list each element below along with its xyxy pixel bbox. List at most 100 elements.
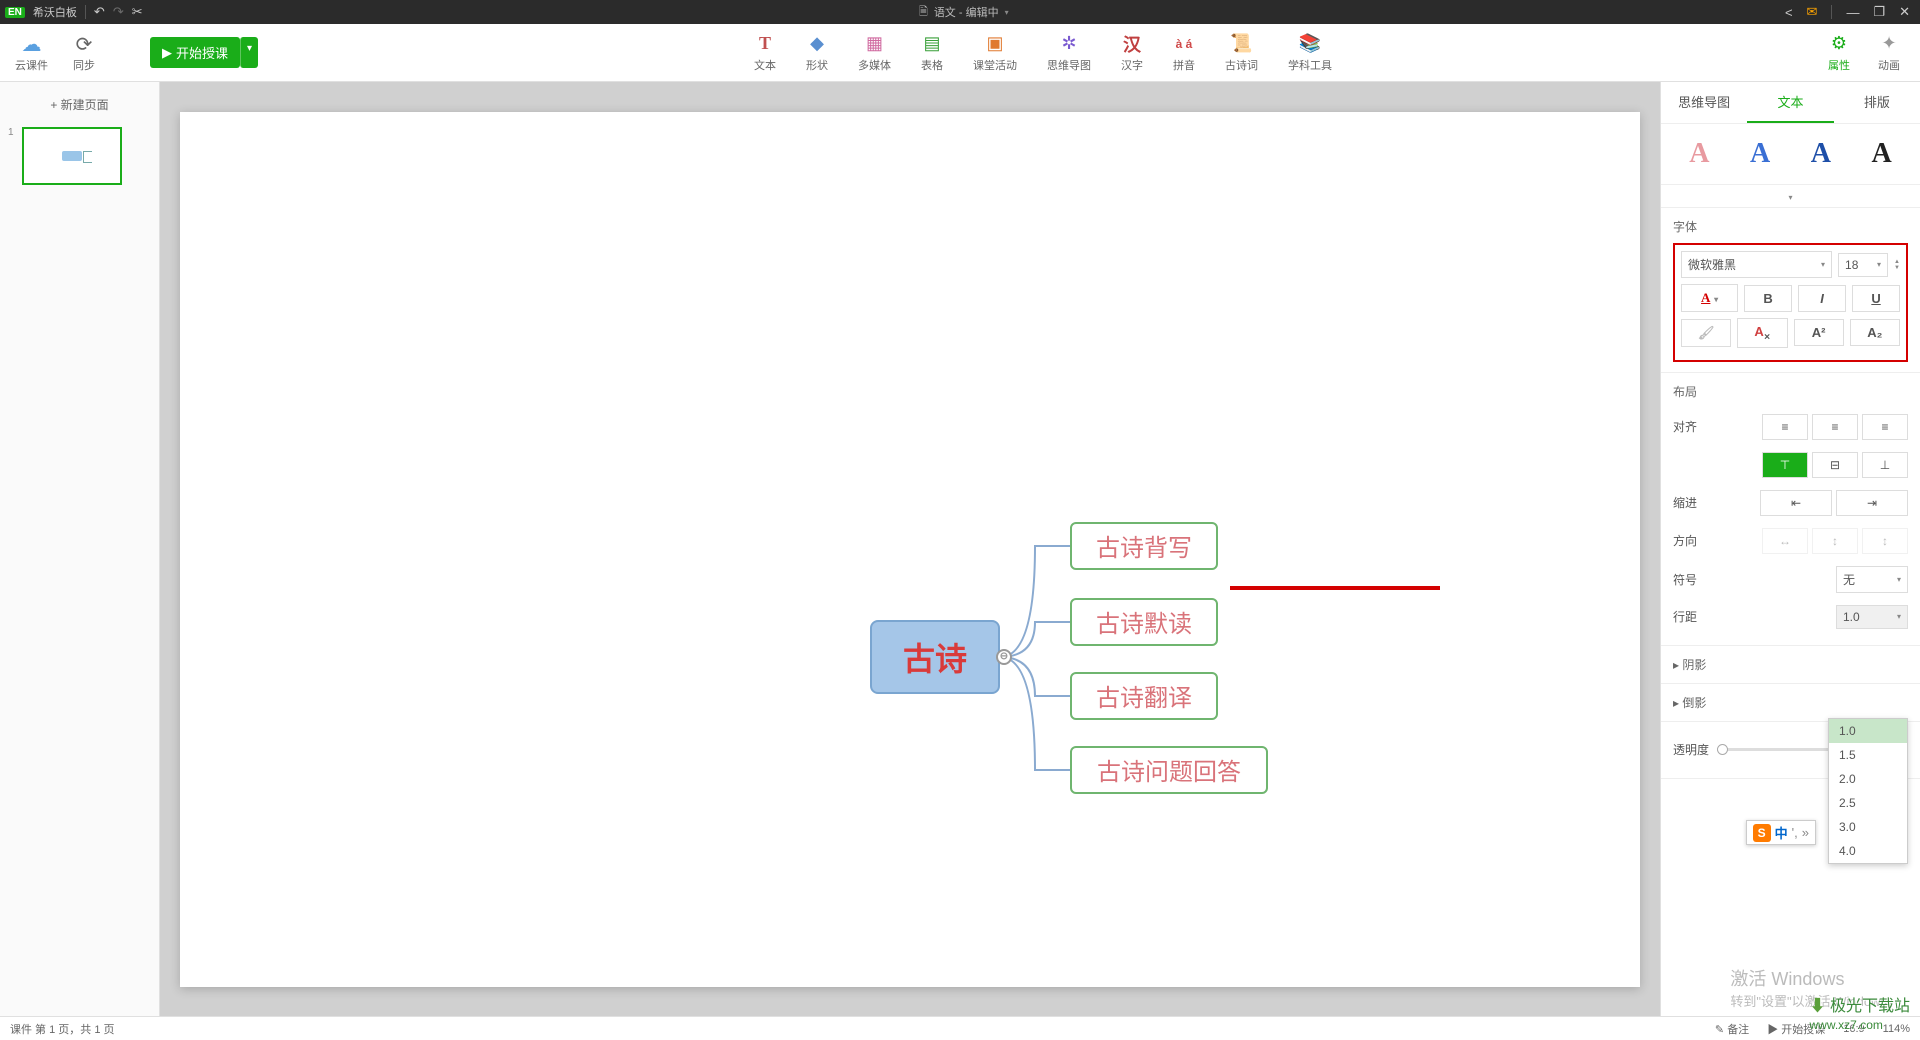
opacity-label: 透明度	[1673, 741, 1709, 758]
mindmap-child[interactable]: 古诗问题回答	[1070, 746, 1268, 794]
statusbar: 课件 第 1 页，共 1 页 ✎ 备注 ▶ 开始授课 16:9 114%	[0, 1016, 1920, 1040]
valign-top[interactable]: ⊤	[1762, 452, 1808, 478]
tab-text[interactable]: 文本	[1747, 82, 1833, 123]
font-size-select[interactable]: 18▾	[1838, 253, 1888, 277]
sync-label: 同步	[73, 57, 95, 73]
preset-a1[interactable]: A	[1689, 138, 1709, 170]
dir-h[interactable]: ↔	[1762, 528, 1808, 554]
font-size-value: 18	[1845, 258, 1858, 272]
undo-icon[interactable]: ↶	[94, 4, 105, 20]
dir-v[interactable]: ↕	[1812, 528, 1858, 554]
underline-button[interactable]: U	[1852, 285, 1900, 312]
label: 学科工具	[1288, 57, 1332, 73]
dir-v2[interactable]: ↕	[1862, 528, 1908, 554]
mindmap-root[interactable]: 古诗 ⊖	[870, 620, 1000, 694]
tool-shape[interactable]: ◆形状	[806, 33, 828, 73]
dd-option[interactable]: 1.5	[1829, 743, 1907, 767]
indent-increase[interactable]: ⇥	[1836, 490, 1908, 516]
slide-thumbnail[interactable]: 1	[22, 127, 137, 185]
symbol-value: 无	[1843, 571, 1855, 588]
font-color-button[interactable]: A ▾	[1681, 284, 1738, 312]
format-brush-button[interactable]: 🖌	[1681, 319, 1731, 347]
preset-a4[interactable]: A	[1872, 138, 1892, 170]
new-page-button[interactable]: + 新建页面	[0, 90, 159, 119]
font-family-select[interactable]: 微软雅黑▾	[1681, 251, 1832, 278]
tool-pinyin[interactable]: à á拼音	[1173, 33, 1195, 73]
valign-bottom[interactable]: ⊥	[1862, 452, 1908, 478]
symbol-select[interactable]: 无▾	[1836, 566, 1908, 593]
bold-button[interactable]: B	[1744, 285, 1792, 312]
redo-icon[interactable]: ↷	[113, 4, 124, 20]
italic-button[interactable]: I	[1798, 285, 1846, 312]
indent-decrease[interactable]: ⇤	[1760, 490, 1832, 516]
wm-line1: 激活 Windows	[1730, 965, 1900, 991]
animation-tab[interactable]: ✦动画	[1878, 33, 1900, 73]
mindmap-child[interactable]: 古诗翻译	[1070, 672, 1218, 720]
text-style-presets: A A A A	[1661, 124, 1920, 185]
reflection-section[interactable]: ▸ 倒影	[1661, 684, 1920, 722]
layout-section-title: 布局	[1673, 383, 1908, 400]
preset-a2[interactable]: A	[1750, 138, 1770, 170]
clear-format-button[interactable]: A✕	[1737, 318, 1787, 348]
dd-option[interactable]: 3.0	[1829, 815, 1907, 839]
lang-badge[interactable]: EN	[5, 7, 25, 18]
tool-table[interactable]: ▤ 表格	[921, 33, 943, 73]
start-class-dropdown[interactable]: ▾	[240, 37, 258, 68]
tab-mindmap[interactable]: 思维导图	[1661, 82, 1747, 123]
tool-hanzi[interactable]: 汉汉字	[1121, 33, 1143, 73]
slide-number: 1	[8, 127, 14, 138]
tool-mindmap[interactable]: ✲思维导图	[1047, 33, 1091, 73]
properties-tab[interactable]: ⚙属性	[1828, 33, 1850, 73]
tool-text[interactable]: T文本	[754, 33, 776, 73]
mindmap-icon: ✲	[1058, 33, 1080, 55]
canvas[interactable]: 古诗 ⊖ 古诗背写 古诗默读 古诗翻译 古诗问题回答	[180, 112, 1640, 987]
share-icon[interactable]: <	[1785, 5, 1793, 20]
chevron-down-icon[interactable]: ▾	[1005, 8, 1009, 17]
cut-icon[interactable]: ✂	[132, 4, 143, 20]
valign-middle[interactable]: ⊟	[1812, 452, 1858, 478]
table-icon: ▤	[921, 33, 943, 55]
note-button[interactable]: ✎ 备注	[1715, 1021, 1749, 1037]
tab-layout[interactable]: 排版	[1834, 82, 1920, 123]
start-class-button[interactable]: ▶ 开始授课	[150, 37, 240, 68]
doc-icon: 🗎	[919, 3, 928, 22]
dd-option[interactable]: 4.0	[1829, 839, 1907, 863]
expand-presets[interactable]: ▾	[1788, 193, 1792, 202]
tool-subject[interactable]: 📚学科工具	[1288, 33, 1332, 73]
superscript-button[interactable]: A²	[1794, 319, 1844, 346]
dd-option[interactable]: 1.0	[1829, 719, 1907, 743]
mindmap-child[interactable]: 古诗背写	[1070, 522, 1218, 570]
tool-activity[interactable]: ▣课堂活动	[973, 33, 1017, 73]
font-size-spinner[interactable]: ▲▼	[1894, 259, 1900, 271]
align-right[interactable]: ≡	[1862, 414, 1908, 440]
dd-option[interactable]: 2.5	[1829, 791, 1907, 815]
collapse-button[interactable]: ⊖	[996, 649, 1012, 665]
align-center[interactable]: ≡	[1812, 414, 1858, 440]
cloud-icon: ☁	[22, 33, 42, 57]
mail-icon[interactable]: ✉	[1807, 4, 1818, 20]
divider	[1831, 5, 1832, 19]
preset-a3[interactable]: A	[1811, 138, 1831, 170]
divider	[85, 5, 86, 19]
subscript-button[interactable]: A₂	[1850, 319, 1900, 346]
site-url: www.xz7.com	[1810, 1018, 1883, 1032]
titlebar: EN 希沃白板 ↶ ↷ ✂ 🗎 语文 - 编辑中 ▾ < ✉ — ❐ ✕	[0, 0, 1920, 24]
tool-media[interactable]: ▦多媒体	[858, 33, 891, 73]
tool-poem[interactable]: 📜古诗词	[1225, 33, 1258, 73]
close-icon[interactable]: ✕	[1899, 4, 1910, 20]
root-text: 古诗	[903, 634, 967, 680]
label: 表格	[921, 57, 943, 73]
shadow-section[interactable]: ▸ 阴影	[1661, 646, 1920, 684]
mindmap-child[interactable]: 古诗默读	[1070, 598, 1218, 646]
align-left[interactable]: ≡	[1762, 414, 1808, 440]
maximize-icon[interactable]: ❐	[1873, 4, 1885, 20]
line-spacing-select[interactable]: 1.0▾	[1836, 605, 1908, 629]
minimize-icon[interactable]: —	[1846, 5, 1859, 20]
label: 课堂活动	[973, 57, 1017, 73]
label: 属性	[1828, 57, 1850, 73]
ime-indicator[interactable]: S 中 ', »	[1746, 820, 1816, 845]
cloud-courseware[interactable]: ☁ 云课件	[15, 33, 48, 73]
sync-button[interactable]: ⟳ 同步	[73, 33, 95, 73]
dd-option[interactable]: 2.0	[1829, 767, 1907, 791]
font-family-value: 微软雅黑	[1688, 256, 1736, 273]
